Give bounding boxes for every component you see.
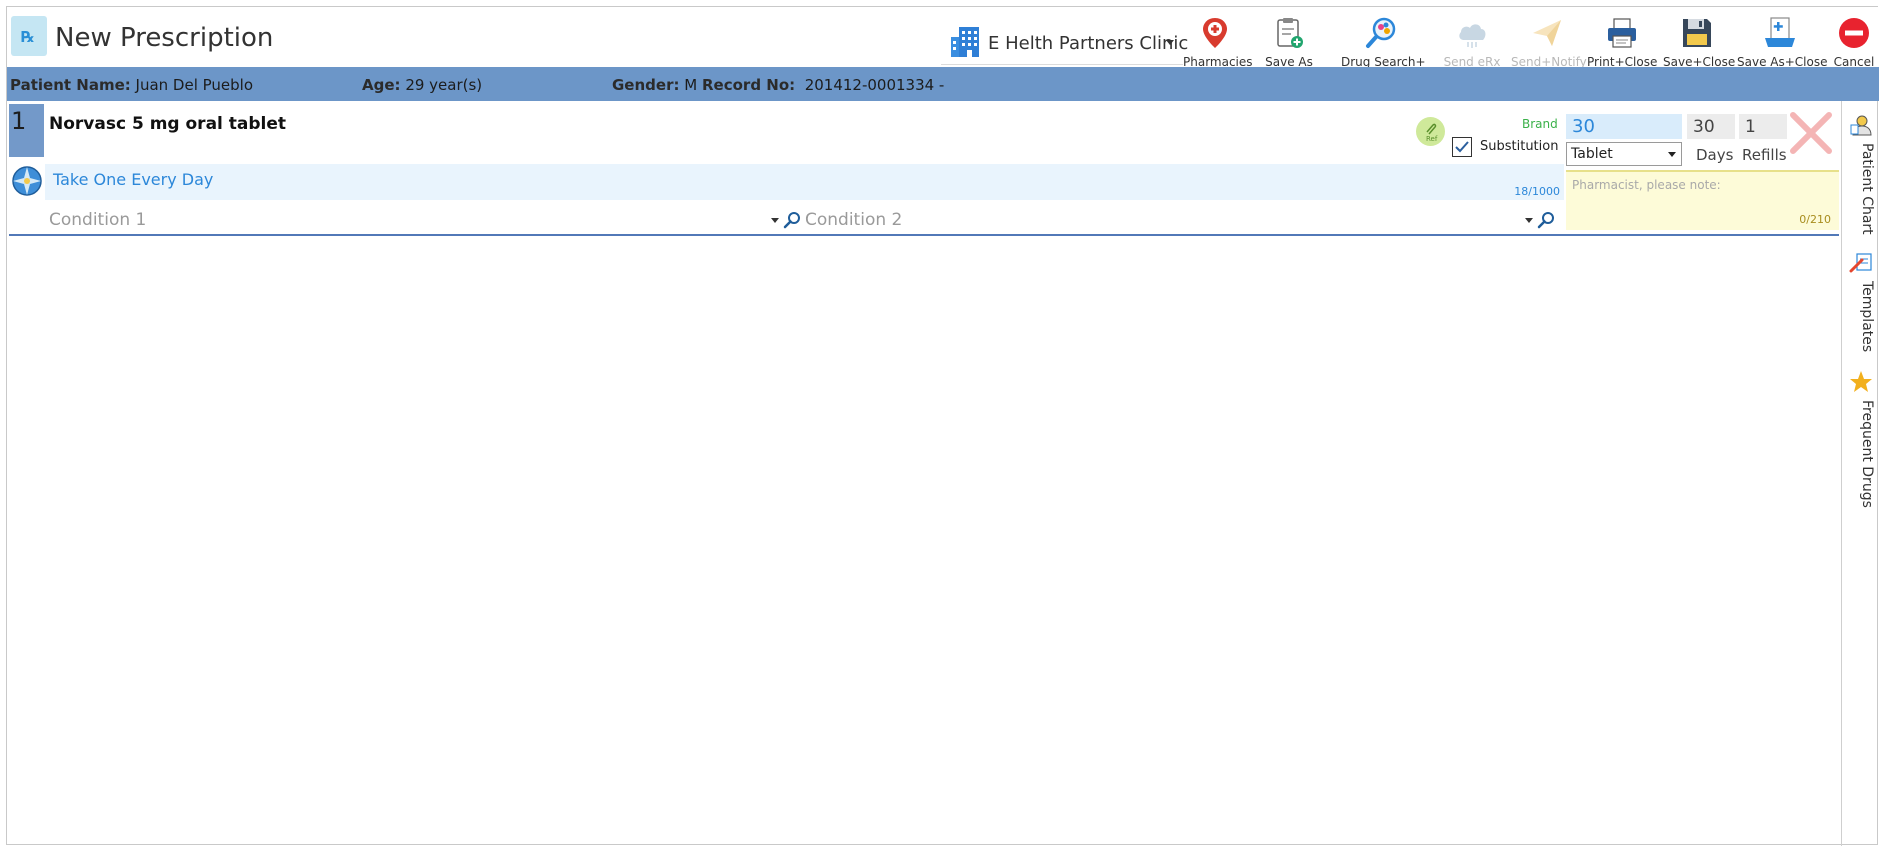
paper-plane-icon (1533, 20, 1561, 46)
cancel-button[interactable]: Cancel (1831, 11, 1877, 69)
sidebar-item-templates[interactable]: Templates (1845, 251, 1877, 361)
patient-gender-label: Gender: (612, 76, 680, 94)
days-input[interactable] (1687, 114, 1735, 139)
cloud-upload-icon (1459, 24, 1486, 48)
clinic-dropdown[interactable]: E Helth Partners Clinic (941, 19, 1188, 65)
cancel-icon (1839, 18, 1869, 48)
condition-2-dropdown-icon[interactable] (1525, 218, 1533, 223)
days-label: Days (1696, 146, 1734, 164)
patient-age-label: Age: (362, 76, 401, 94)
rx-number: 1 (11, 107, 27, 135)
templates-icon (1849, 253, 1872, 273)
save-as-button[interactable]: Save As (1259, 11, 1319, 69)
prescription-window: ℞ New Prescription E Helth Partners Clin… (6, 6, 1879, 846)
svg-text:℞: ℞ (21, 28, 34, 46)
prescription-item: 1 Norvasc 5 mg oral tablet Take One Ever… (9, 104, 1839, 236)
ref-badge-text: Ref (1426, 135, 1438, 143)
delete-prescription-icon[interactable] (1787, 109, 1835, 157)
clinic-name: E Helth Partners Clinic (988, 33, 1189, 54)
quantity-input[interactable] (1566, 114, 1682, 139)
printer-icon (1608, 18, 1636, 48)
pharmacist-note-field[interactable]: Pharmacist, please note: 0/210 (1566, 170, 1839, 230)
record-number-label: Record No: (702, 76, 796, 94)
header-bar: ℞ New Prescription E Helth Partners Clin… (7, 7, 1879, 69)
pharmacies-button[interactable]: Pharmacies (1183, 11, 1253, 69)
drug-search-icon (1366, 17, 1396, 48)
sig-field[interactable]: Take One Every Day 18/1000 (45, 164, 1564, 200)
condition-1-input[interactable]: Condition 1 (49, 210, 146, 230)
pharmacist-note-placeholder: Pharmacist, please note: (1572, 178, 1721, 192)
chevron-down-icon (1166, 40, 1174, 45)
reference-icon[interactable]: Ref (1416, 117, 1445, 146)
condition-1-search-icon[interactable] (783, 211, 801, 229)
patient-age: 29 year(s) (405, 76, 483, 94)
sidebar-item-frequent-drugs-label: Frequent Drugs (1859, 400, 1875, 508)
page-title: New Prescription (55, 23, 274, 53)
record-number-field: Record No: 201412-0001334 - (702, 76, 944, 94)
substitution-checkbox[interactable] (1452, 137, 1472, 157)
patient-gender: M (684, 76, 698, 94)
refills-input[interactable] (1739, 114, 1787, 139)
condition-2-search-icon[interactable] (1537, 211, 1555, 229)
patient-chart-icon (1850, 115, 1872, 136)
clipboard-add-icon (1277, 18, 1303, 48)
condition-1-dropdown-icon[interactable] (771, 218, 779, 223)
record-number: 201412-0001334 - (804, 76, 945, 94)
pharmacist-note-char-count: 0/210 (1799, 213, 1831, 226)
patient-gender-field: Gender: M (612, 76, 697, 94)
sidebar-item-templates-label: Templates (1859, 281, 1875, 353)
drug-search-button[interactable]: Drug Search+ (1341, 11, 1426, 69)
dosage-form-value: Tablet (1571, 146, 1613, 162)
dosage-form-select[interactable]: Tablet (1566, 142, 1682, 166)
patient-name-label: Patient Name: (10, 76, 131, 94)
star-icon (1850, 371, 1872, 392)
map-pin-icon (1203, 18, 1227, 48)
patient-info-bar: Patient Name: Juan Del Pueblo Age: 29 ye… (7, 67, 1879, 101)
sidebar-item-patient-chart[interactable]: Patient Chart (1845, 113, 1877, 235)
sig-char-count: 18/1000 (1514, 185, 1560, 198)
rx-number-badge: 1 (9, 104, 44, 157)
brand-label: Brand (1522, 117, 1558, 131)
send-erx-button[interactable]: Send eRx (1443, 11, 1501, 69)
chevron-down-icon (1668, 152, 1676, 157)
save-as-close-button[interactable]: Save As+Close (1737, 11, 1827, 69)
refills-label: Refills (1742, 146, 1787, 164)
patient-age-field: Age: 29 year(s) (362, 76, 482, 94)
patient-name: Juan Del Pueblo (135, 76, 254, 94)
checkmark-icon (1455, 141, 1469, 153)
save-close-button[interactable]: Save+Close (1663, 11, 1735, 69)
substitution-label: Substitution (1480, 139, 1559, 154)
send-notify-button[interactable]: Send+Notify (1511, 11, 1587, 69)
sig-text: Take One Every Day (53, 170, 214, 189)
sidebar-item-patient-chart-label: Patient Chart (1859, 143, 1875, 235)
sidebar-divider (1841, 101, 1842, 846)
condition-2-input[interactable]: Condition 2 (805, 210, 902, 230)
conditions-row: Condition 1 Condition 2 (9, 202, 1839, 236)
patient-name-field: Patient Name: Juan Del Pueblo (10, 76, 253, 94)
drug-name[interactable]: Norvasc 5 mg oral tablet (49, 114, 286, 134)
building-icon (951, 27, 979, 57)
save-as-document-icon (1765, 17, 1795, 47)
globe-icon[interactable] (11, 164, 43, 198)
floppy-disk-icon (1683, 19, 1711, 47)
print-close-button[interactable]: Print+Close (1587, 11, 1657, 69)
prescription-icon: ℞ (11, 16, 47, 56)
sidebar-item-frequent-drugs[interactable]: Frequent Drugs (1845, 370, 1877, 510)
